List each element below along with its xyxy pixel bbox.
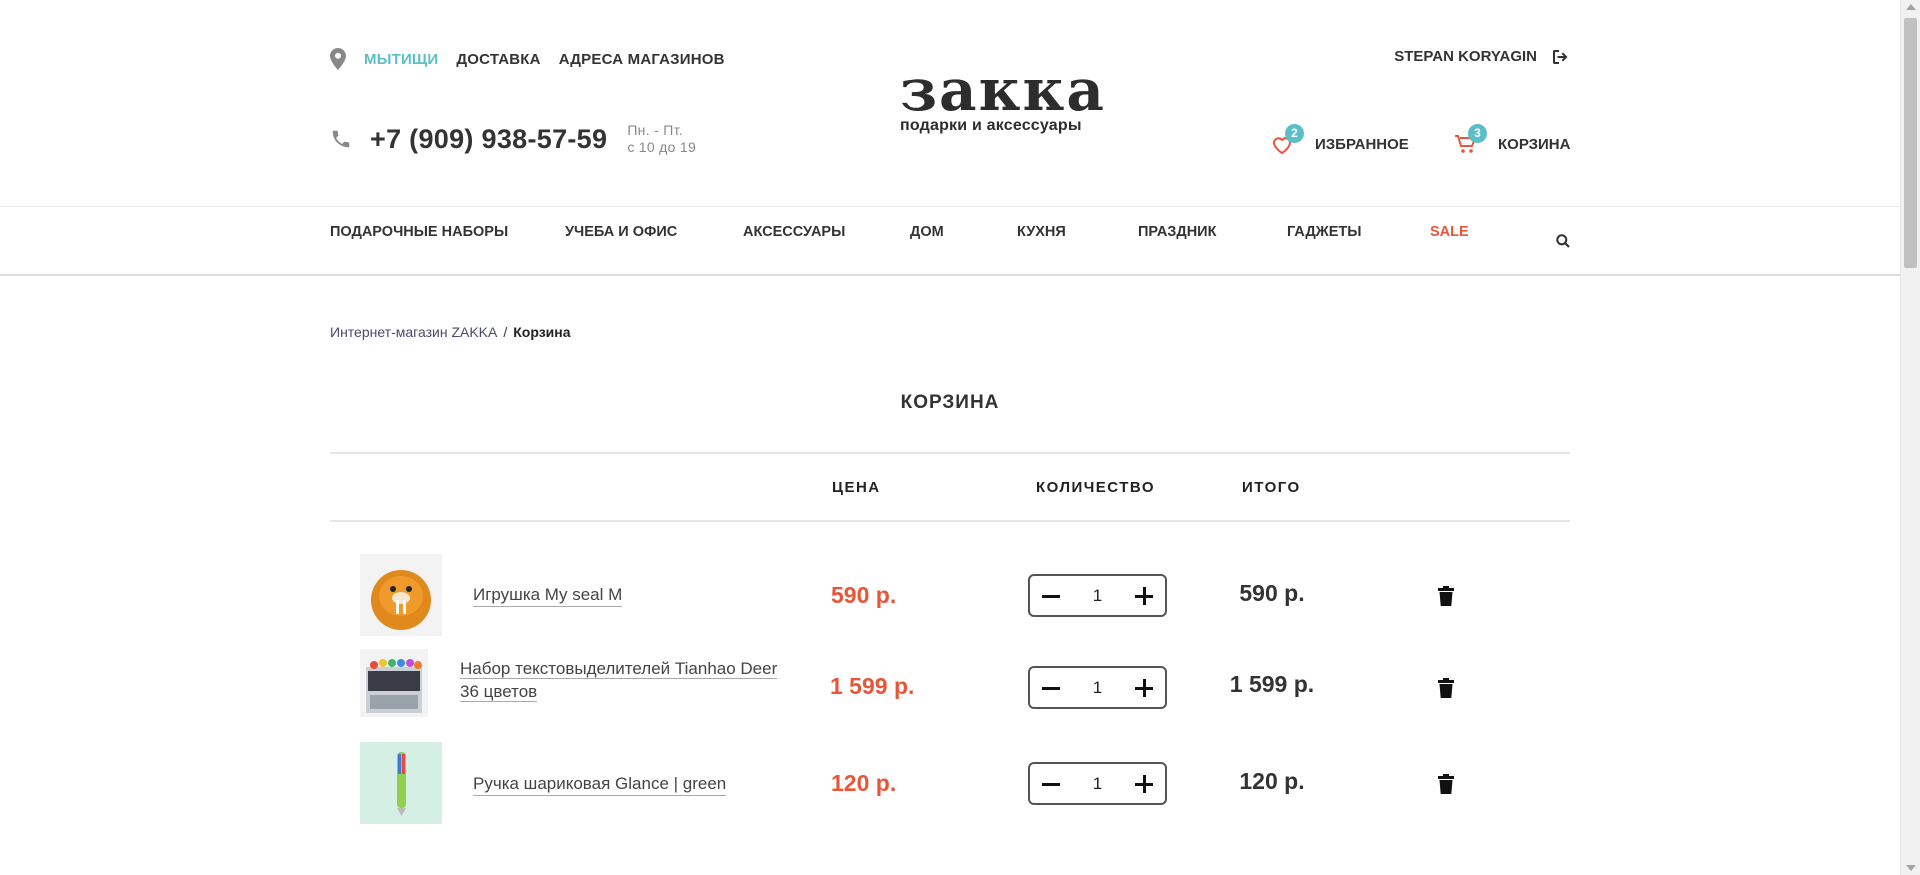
header-price: ЦЕНА (832, 479, 881, 496)
row-total: 590 р. (1239, 580, 1305, 606)
cart-label: КОРЗИНА (1498, 135, 1571, 153)
table-header: ЦЕНА КОЛИЧЕСТВО ИТОГО (330, 452, 1570, 522)
product-name-line1: Набор текстовыделителей Tianhao Deer (460, 659, 778, 679)
product-image[interactable] (360, 649, 428, 717)
top-links: МЫТИЩИ ДОСТАВКА АДРЕСА МАГАЗИНОВ (330, 48, 743, 70)
table-row: Набор текстовыделителей Tianhao Deer 36 … (330, 649, 1570, 739)
breadcrumb: Интернет-магазин ZAKKA / Корзина (330, 324, 571, 340)
city-selector[interactable]: МЫТИЩИ (364, 51, 438, 68)
search-icon[interactable] (1556, 234, 1570, 248)
user-account: STEPAN KORYAGIN (1394, 48, 1569, 65)
scroll-down-arrow[interactable] (1906, 865, 1916, 871)
scroll-up-arrow[interactable] (1906, 4, 1916, 10)
quantity-value[interactable]: 1 (1093, 586, 1102, 606)
cart-icon-wrap: 3 (1455, 124, 1487, 154)
breadcrumb-home[interactable]: Интернет-магазин ZAKKA (330, 324, 497, 340)
quantity-stepper: 1 (1028, 666, 1167, 709)
product-price: 1 599 р. (830, 673, 915, 699)
logo-tagline: подарки и аксессуары (900, 117, 1082, 134)
decrease-quantity-button[interactable] (1042, 775, 1060, 793)
cart-count-badge: 3 (1468, 124, 1487, 143)
quantity-value[interactable]: 1 (1093, 678, 1102, 698)
page-title: КОРЗИНА (900, 392, 1000, 413)
favorites-icon-wrap: 2 (1272, 124, 1304, 154)
cart-table: ЦЕНА КОЛИЧЕСТВО ИТОГО Игрушка My seal M (330, 452, 1570, 824)
quantity-value[interactable]: 1 (1093, 774, 1102, 794)
nav-item-home[interactable]: ДОМ (910, 224, 944, 240)
nav-item-gadgets[interactable]: ГАДЖЕТЫ (1287, 224, 1361, 240)
increase-quantity-button[interactable] (1135, 678, 1153, 697)
quantity-stepper: 1 (1028, 574, 1167, 617)
header-total: ИТОГО (1242, 479, 1301, 496)
nav-item-holiday[interactable]: ПРАЗДНИК (1138, 224, 1216, 240)
product-image[interactable] (360, 554, 442, 636)
table-row: Игрушка My seal M 590 р. 1 590 р. (330, 554, 1570, 638)
product-name-link[interactable]: Игрушка My seal M (473, 583, 623, 607)
product-name-link[interactable]: Набор текстовыделителей Tianhao Deer 36 … (460, 657, 778, 703)
trash-icon[interactable] (1438, 678, 1454, 698)
quantity-stepper: 1 (1028, 762, 1167, 805)
favorites-link[interactable]: 2 ИЗБРАННОЕ (1272, 124, 1409, 154)
trash-icon[interactable] (1438, 774, 1454, 794)
increase-quantity-button[interactable] (1135, 774, 1153, 793)
nav-item-study-office[interactable]: УЧЕБА И ОФИС (565, 224, 677, 240)
logo[interactable]: закка подарки и аксессуары (900, 56, 1106, 135)
pen-image (360, 742, 442, 824)
header-quantity: КОЛИЧЕСТВО (1036, 479, 1156, 496)
logout-icon[interactable] (1553, 49, 1569, 64)
breadcrumb-current: Корзина (513, 324, 571, 340)
phone-block: +7 (909) 938-57-59 Пн. - Пт. с 10 до 19 (330, 122, 696, 156)
hours-days: Пн. - Пт. (627, 122, 683, 138)
seal-toy-image (360, 554, 442, 636)
breadcrumb-separator: / (503, 324, 508, 340)
product-image[interactable] (360, 742, 442, 824)
hours-time: с 10 до 19 (627, 139, 697, 155)
main-nav: ПОДАРОЧНЫЕ НАБОРЫ УЧЕБА И ОФИС АКСЕССУАР… (0, 206, 1900, 276)
product-name-line2: 36 цветов (460, 682, 538, 702)
nav-item-sale[interactable]: SALE (1430, 224, 1469, 240)
nav-item-gift-sets[interactable]: ПОДАРОЧНЫЕ НАБОРЫ (330, 224, 508, 240)
logo-wordmark: закка (900, 56, 1106, 124)
favorites-count-badge: 2 (1285, 124, 1304, 143)
trash-icon[interactable] (1438, 586, 1454, 606)
store-addresses-link[interactable]: АДРЕСА МАГАЗИНОВ (559, 51, 725, 68)
delivery-link[interactable]: ДОСТАВКА (456, 51, 540, 68)
favorites-label: ИЗБРАННОЕ (1315, 135, 1409, 153)
nav-item-kitchen[interactable]: КУХНЯ (1017, 224, 1066, 240)
user-name[interactable]: STEPAN KORYAGIN (1394, 48, 1537, 65)
increase-quantity-button[interactable] (1135, 586, 1153, 605)
product-name-link[interactable]: Ручка шариковая Glance | green (473, 772, 727, 796)
vertical-scrollbar[interactable] (1900, 0, 1920, 875)
row-total: 1 599 р. (1229, 671, 1315, 697)
decrease-quantity-button[interactable] (1042, 587, 1060, 605)
product-price: 120 р. (831, 770, 897, 796)
row-total: 120 р. (1239, 768, 1305, 794)
working-hours: Пн. - Пт. с 10 до 19 (627, 122, 696, 156)
cart-link[interactable]: 3 КОРЗИНА (1455, 124, 1571, 154)
decrease-quantity-button[interactable] (1042, 679, 1060, 697)
product-price: 590 р. (831, 582, 897, 608)
nav-item-accessories[interactable]: АКСЕССУАРЫ (743, 224, 845, 240)
highlighter-set-image (360, 649, 428, 717)
scrollbar-thumb[interactable] (1904, 18, 1917, 268)
location-pin-icon (330, 48, 346, 70)
table-row: Ручка шариковая Glance | green 120 р. 1 … (330, 742, 1570, 826)
phone-icon (332, 130, 350, 148)
page: МЫТИЩИ ДОСТАВКА АДРЕСА МАГАЗИНОВ +7 (909… (0, 0, 1900, 875)
phone-number[interactable]: +7 (909) 938-57-59 (370, 124, 607, 155)
